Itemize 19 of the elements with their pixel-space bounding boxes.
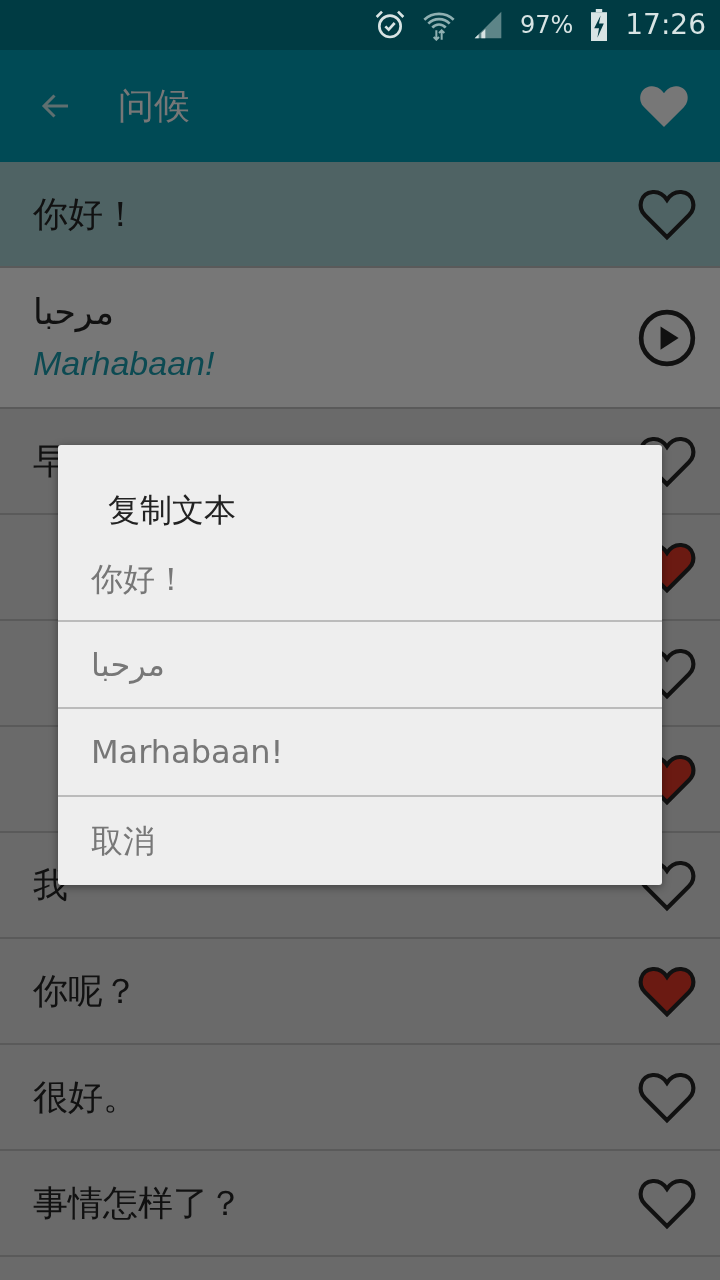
clock-time: 17:26 bbox=[625, 7, 706, 43]
screen-title: 问候 bbox=[118, 84, 190, 128]
transliteration: Marhabaan! bbox=[33, 343, 216, 385]
list-item[interactable]: 事情怎样了？ bbox=[0, 1151, 720, 1257]
phrase-text: 很好。 bbox=[33, 1075, 138, 1119]
dialog-option[interactable]: مرحبا bbox=[58, 621, 662, 710]
dialog-option[interactable]: Marhabaan! bbox=[58, 709, 662, 798]
phrase-text: 你呢？ bbox=[33, 969, 138, 1013]
battery-percent: 97% bbox=[519, 10, 574, 41]
arabic-phrase: مرحبا bbox=[33, 290, 114, 334]
list-item[interactable]: 你好！ bbox=[0, 162, 720, 268]
alarm-clock-icon bbox=[373, 9, 406, 41]
phrase-text: 事情怎样了？ bbox=[33, 1181, 243, 1225]
dialog-option[interactable]: 你好！ bbox=[58, 546, 662, 622]
list-item[interactable]: 很好。 bbox=[0, 1045, 720, 1151]
list-item[interactable]: 你呢？ bbox=[0, 939, 720, 1045]
phrase-text: 你好！ bbox=[33, 192, 138, 236]
battery-charging-icon bbox=[589, 9, 610, 41]
dialog-title: 复制文本 bbox=[108, 491, 236, 529]
